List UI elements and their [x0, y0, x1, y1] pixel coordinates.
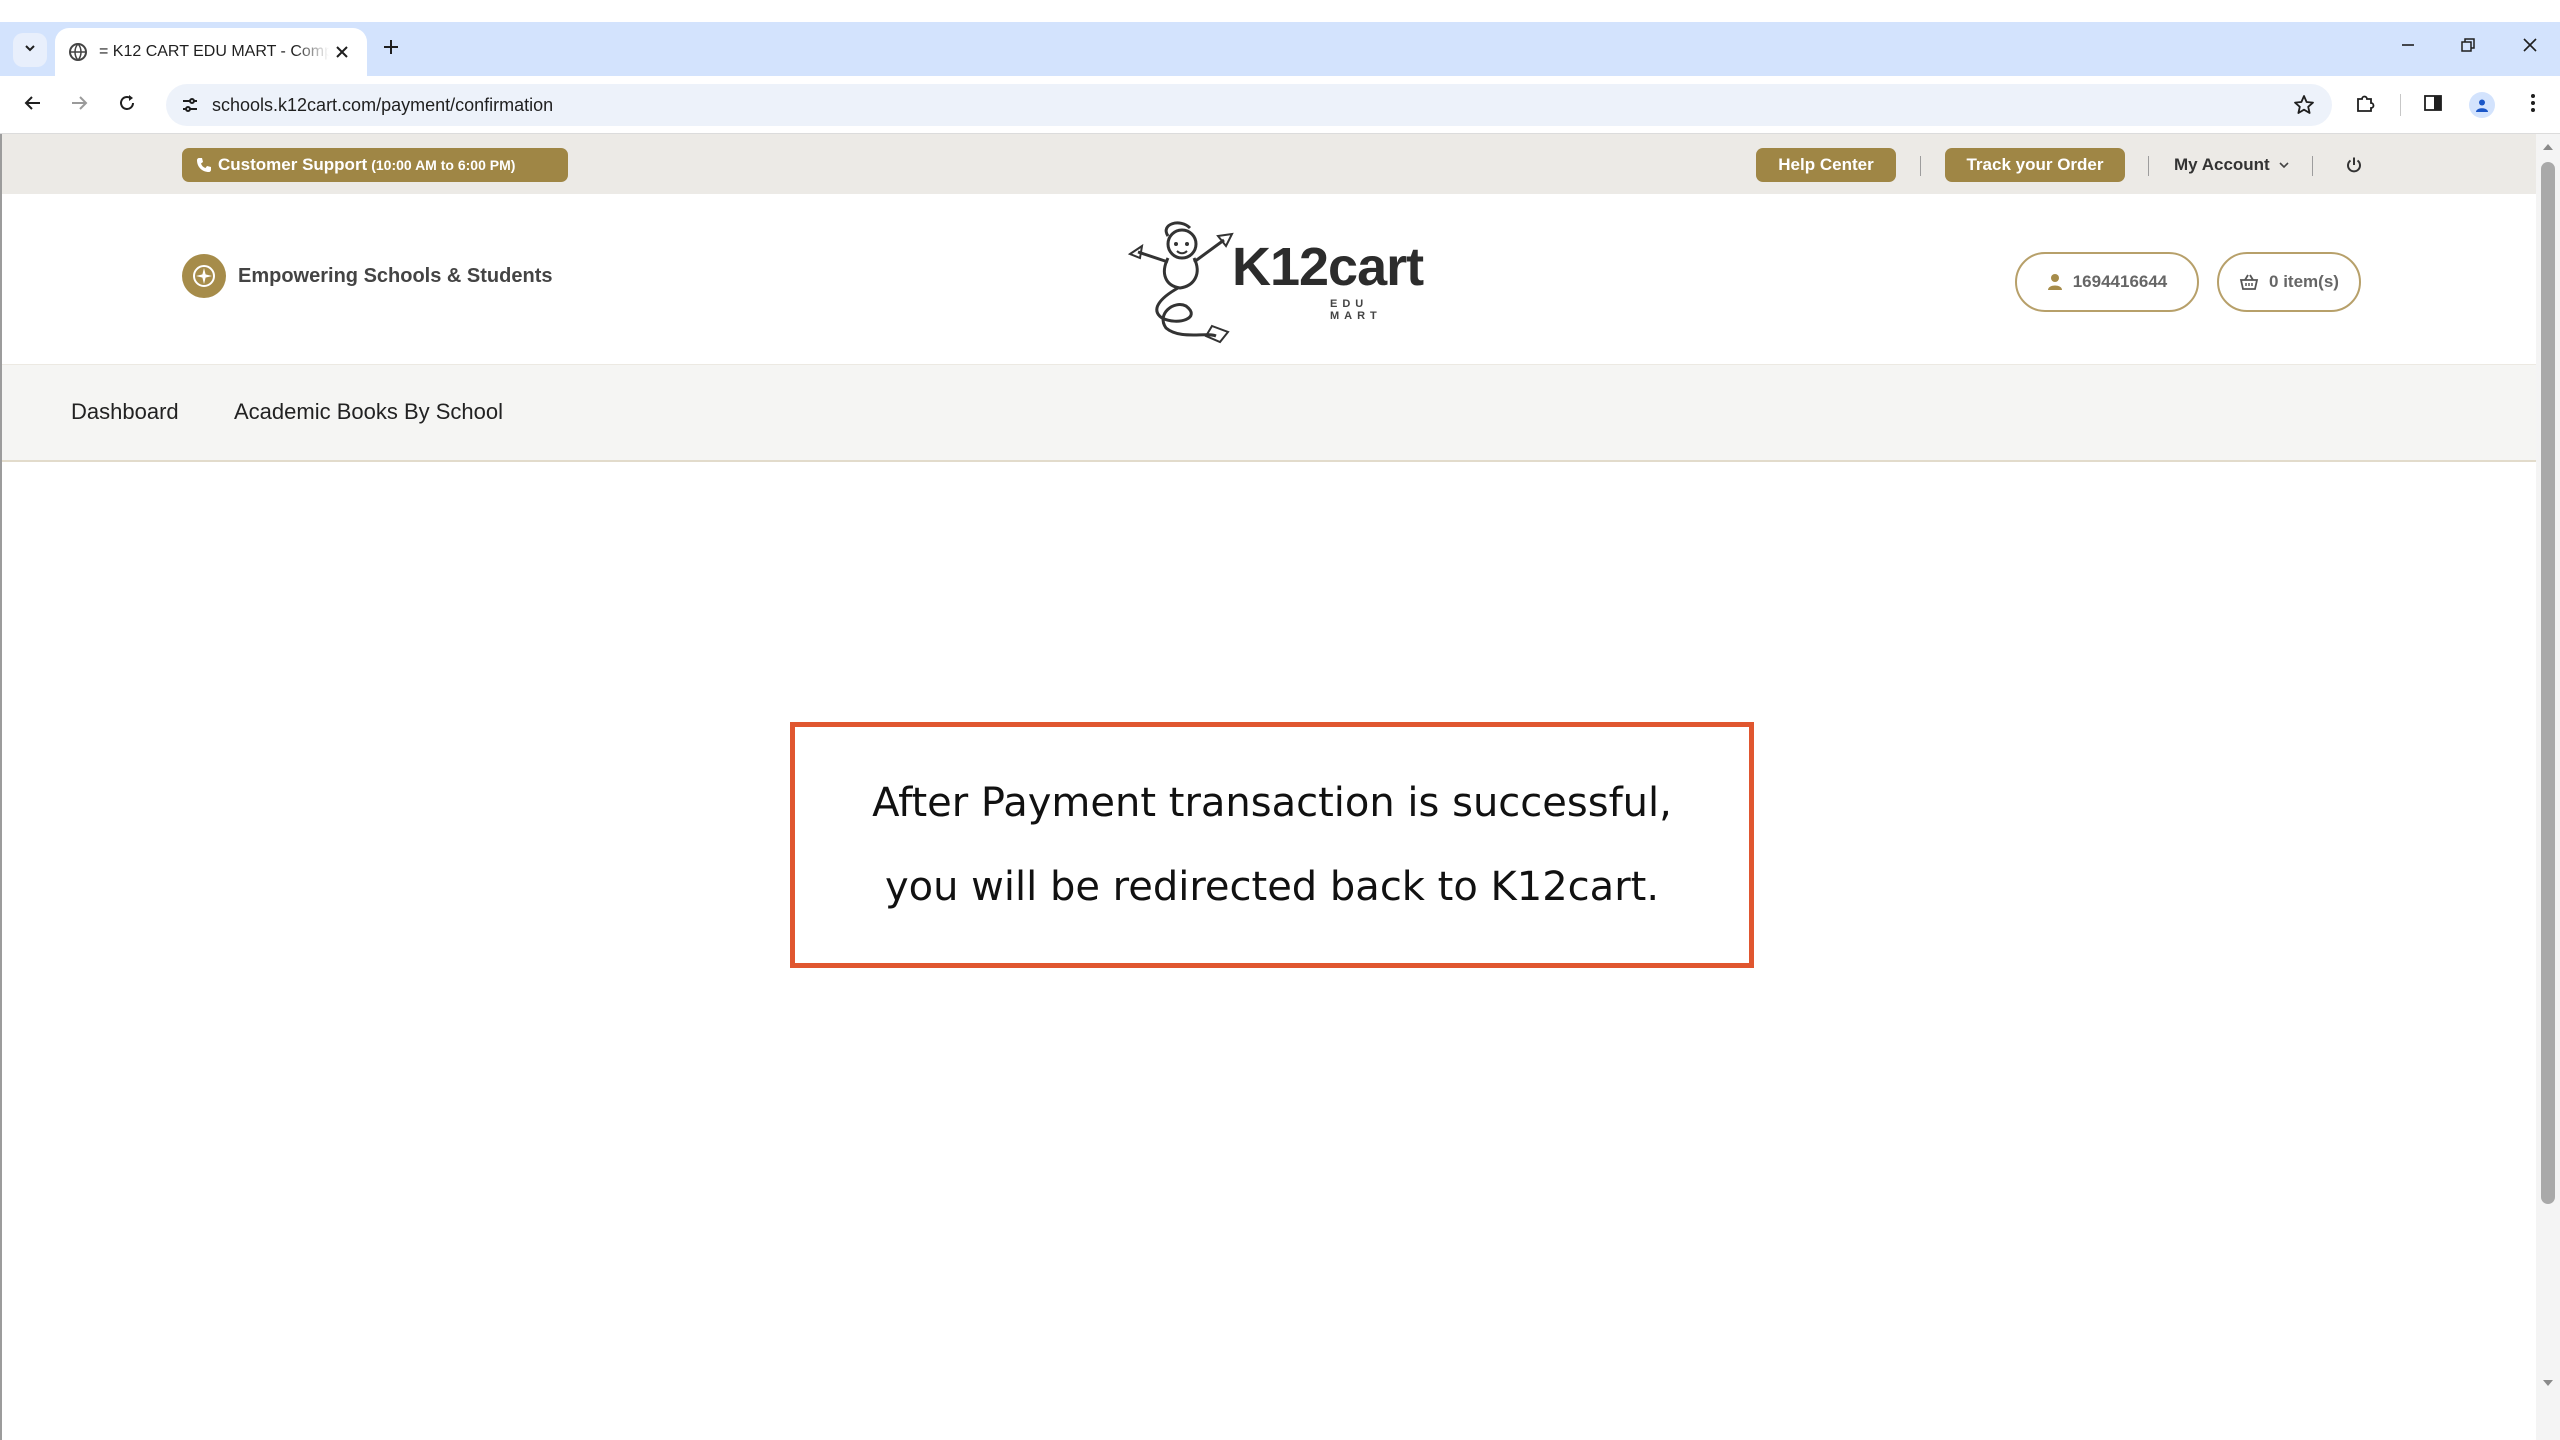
- restore-icon: [2460, 37, 2476, 58]
- site-logo[interactable]: K12cart EDU MART: [1120, 214, 1424, 344]
- tagline: Empowering Schools & Students: [182, 254, 552, 298]
- tab-title: = K12 CART EDU MART - Comp: [99, 43, 329, 60]
- site-topbar: Customer Support (10:00 AM to 6:00 PM) H…: [2, 134, 2536, 194]
- address-bar[interactable]: schools.k12cart.com/payment/confirmation: [166, 84, 2332, 126]
- support-hours: (10:00 AM to 6:00 PM): [371, 157, 516, 173]
- support-label: Customer Support: [218, 155, 368, 174]
- main-nav: Dashboard Academic Books By School: [2, 364, 2536, 462]
- tagline-text: Empowering Schools & Students: [238, 264, 553, 287]
- divider: [1920, 156, 1921, 176]
- site-info-icon[interactable]: [178, 93, 202, 117]
- side-panel-icon: [2423, 93, 2443, 118]
- main-content: After Payment transaction is successful,…: [2, 462, 2536, 1422]
- logo-subtitle: EDU MART: [1330, 298, 1382, 322]
- plus-icon: [382, 38, 400, 61]
- reload-icon: [117, 93, 137, 118]
- cart-count: 0 item(s): [2269, 272, 2339, 291]
- page-scrollbar[interactable]: [2536, 134, 2560, 1440]
- profile-avatar-icon: [2469, 92, 2495, 118]
- customer-support-badge[interactable]: Customer Support (10:00 AM to 6:00 PM): [182, 148, 568, 182]
- my-account-dropdown[interactable]: My Account: [2174, 152, 2290, 178]
- phone-icon: [196, 157, 212, 173]
- bookmark-star-icon[interactable]: [2292, 93, 2316, 117]
- cart-button[interactable]: 0 item(s): [2217, 252, 2361, 312]
- divider: [2148, 156, 2149, 176]
- browser-tabstrip: = K12 CART EDU MART - Comp: [0, 22, 2560, 76]
- nav-academic-books[interactable]: Academic Books By School: [234, 399, 503, 425]
- scroll-down-arrow[interactable]: [2543, 1380, 2553, 1386]
- genie-mascot-icon: [1120, 214, 1240, 349]
- my-account-label: My Account: [2174, 155, 2270, 174]
- callout-line-2: you will be redirected back to K12cart.: [884, 864, 1660, 910]
- site-header: Empowering Schools & Students K12cart ED…: [2, 194, 2536, 364]
- minimize-button[interactable]: [2388, 30, 2428, 64]
- minimize-icon: [2400, 37, 2416, 58]
- arrow-left-icon: [23, 93, 43, 118]
- url-text[interactable]: schools.k12cart.com/payment/confirmation: [212, 95, 553, 116]
- close-icon: [2522, 37, 2538, 58]
- logout-button[interactable]: [2342, 153, 2366, 177]
- nav-dashboard[interactable]: Dashboard: [71, 399, 179, 425]
- toolbar-divider: [2400, 94, 2401, 116]
- browser-toolbar: schools.k12cart.com/payment/confirmation: [0, 76, 2560, 134]
- track-order-button[interactable]: Track your Order: [1945, 148, 2125, 182]
- user-id-button[interactable]: 1694416644: [2015, 252, 2199, 312]
- extensions-button[interactable]: [2348, 88, 2382, 122]
- divider: [2312, 156, 2313, 176]
- side-panel-button[interactable]: [2416, 88, 2450, 122]
- kebab-menu-icon: [2530, 93, 2536, 118]
- restore-button[interactable]: [2448, 30, 2488, 64]
- scroll-thumb[interactable]: [2541, 162, 2555, 1204]
- browser-menu-button[interactable]: [2516, 88, 2550, 122]
- user-id: 1694416644: [2072, 272, 2168, 291]
- arrow-right-icon: [69, 93, 89, 118]
- back-button[interactable]: [16, 88, 50, 122]
- chevron-down-icon: [23, 41, 37, 60]
- screen: = K12 CART EDU MART - Comp schools.k12ca…: [0, 0, 2560, 1440]
- basket-icon: [2239, 273, 2259, 291]
- puzzle-icon: [2354, 92, 2376, 119]
- power-icon: [2345, 156, 2363, 174]
- browser-tab-active[interactable]: = K12 CART EDU MART - Comp: [55, 28, 367, 76]
- new-tab-button[interactable]: [376, 34, 406, 64]
- payment-redirect-callout: After Payment transaction is successful,…: [790, 722, 1754, 968]
- scroll-up-arrow[interactable]: [2543, 144, 2553, 150]
- callout-line-1: After Payment transaction is successful,: [872, 780, 1672, 826]
- close-tab-icon[interactable]: [329, 39, 355, 65]
- profile-button[interactable]: [2465, 88, 2499, 122]
- help-center-button[interactable]: Help Center: [1756, 148, 1896, 182]
- close-window-button[interactable]: [2510, 30, 2550, 64]
- user-icon: [2047, 273, 2063, 291]
- chevron-down-icon: [2278, 159, 2290, 171]
- forward-button[interactable]: [62, 88, 96, 122]
- globe-icon: [67, 41, 89, 63]
- logo-wordmark: K12cart: [1232, 237, 1424, 297]
- compass-icon: [182, 254, 226, 298]
- reload-button[interactable]: [110, 88, 144, 122]
- tab-search-button[interactable]: [13, 33, 47, 67]
